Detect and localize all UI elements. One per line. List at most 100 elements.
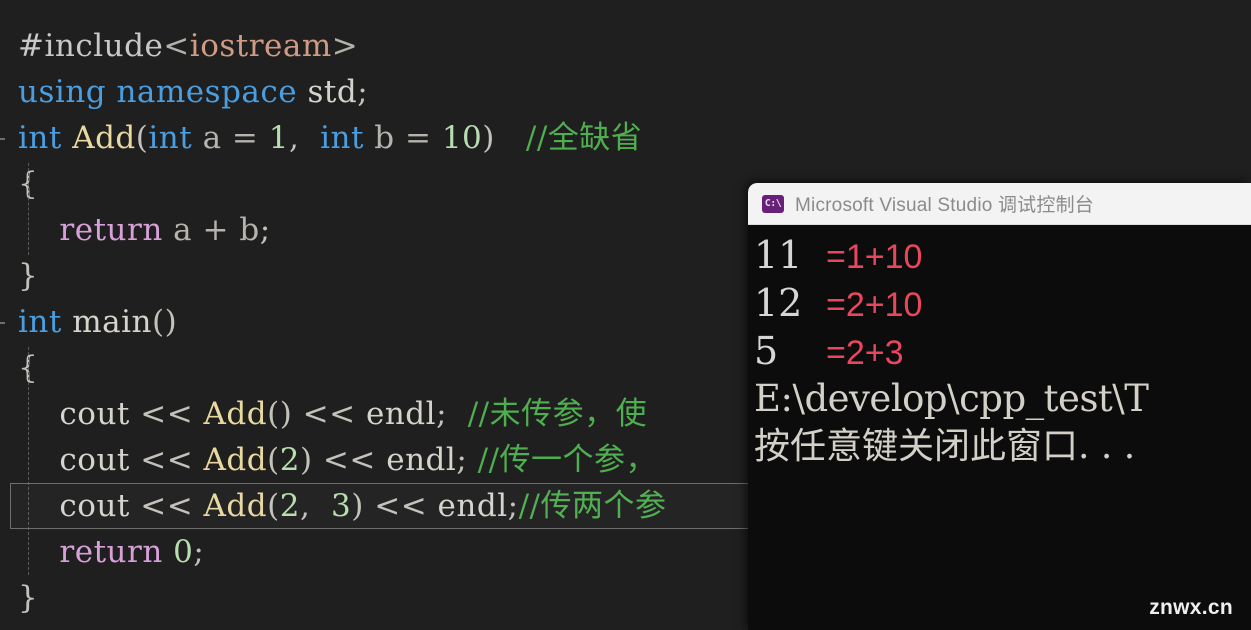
code-token: > (331, 28, 359, 64)
code-token: ( (267, 488, 280, 524)
console-output-value: 11 (754, 233, 803, 277)
code-token: ; (193, 534, 205, 570)
code-token: using (18, 74, 107, 110)
code-token: << (129, 442, 204, 478)
code-line[interactable]: using namespace std; (0, 69, 1251, 115)
code-token: 2 (279, 488, 300, 524)
console-output-line: 12 =2+10 (750, 279, 1251, 327)
code-token: cout (59, 396, 130, 432)
code-token: ; (507, 488, 519, 524)
code-token: = (221, 120, 269, 156)
code-token: 10 (441, 120, 483, 156)
code-token: ) (482, 120, 526, 156)
console-window-title: Microsoft Visual Studio 调试控制台 (795, 195, 1094, 216)
code-token: Add (203, 442, 268, 478)
code-token: #include (18, 28, 164, 64)
code-token: a (202, 120, 222, 156)
code-token: Add (203, 396, 268, 432)
code-token: 0 (173, 534, 194, 570)
code-token: return (59, 534, 163, 570)
console-annotation: =1+10 (826, 238, 923, 276)
code-token: 1 (268, 120, 289, 156)
console-output-line: 11 =1+10 (750, 231, 1251, 279)
console-annotation: =2+3 (826, 334, 904, 372)
console-prompt-line: 按任意键关闭此窗口. . . (754, 426, 1136, 467)
code-line[interactable]: #include<iostream> (0, 23, 1251, 69)
site-watermark: znwx.cn (1149, 596, 1233, 619)
indent-guide (28, 163, 29, 256)
code-token: std (307, 74, 358, 110)
code-token: 2 (279, 442, 300, 478)
code-token: << (292, 396, 366, 432)
code-token: ; (259, 212, 271, 248)
editor-edge-tick (0, 138, 5, 140)
code-token: ( (135, 120, 149, 156)
code-token: namespace (116, 74, 298, 110)
code-token: endl (437, 488, 508, 524)
console-output-lines: 11 =1+10 12 =2+10 5 =2+3 (750, 231, 1251, 375)
code-token: < (163, 28, 190, 64)
code-token: int (320, 120, 364, 156)
code-token: endl (366, 396, 437, 432)
indent-guide (28, 347, 29, 575)
code-token: return (59, 212, 163, 248)
code-token: //未传参，使 (467, 396, 648, 432)
code-token: () (267, 396, 293, 432)
code-token: int (18, 304, 62, 340)
console-output-area[interactable]: 11 =1+10 12 =2+10 5 =2+3 E:\develop\cpp_test\… (748, 225, 1251, 630)
console-icon-glyph: C:\ (764, 198, 782, 209)
console-output-value: 5 (754, 329, 779, 373)
code-token: //传两个参 (518, 488, 667, 524)
code-token: //全缺省 (525, 120, 643, 156)
code-token: endl (386, 442, 457, 478)
code-token: //传一个参， (477, 442, 658, 478)
code-token: << (129, 396, 204, 432)
code-token: ; (357, 74, 369, 110)
console-output-line: 5 =2+3 (750, 327, 1251, 375)
code-token: << (129, 488, 204, 524)
code-token: b (374, 120, 395, 156)
code-token: Add (203, 488, 268, 524)
console-annotation: =2+10 (826, 286, 923, 324)
code-token: 3 (331, 488, 352, 524)
debug-console-window[interactable]: C:\ Microsoft Visual Studio 调试控制台 11 =1+1… (748, 183, 1251, 630)
code-token: , (299, 488, 332, 524)
code-token: int (148, 120, 193, 156)
code-token: = (394, 120, 442, 156)
code-token: () (151, 304, 178, 340)
code-token: int (18, 120, 62, 156)
console-titlebar[interactable]: C:\ Microsoft Visual Studio 调试控制台 (748, 183, 1251, 225)
code-token: ) (351, 488, 364, 524)
code-token: ( (267, 442, 280, 478)
code-token: + (192, 212, 240, 248)
code-line[interactable]: int Add(int a = 1, int b = 10) //全缺省 (0, 115, 1251, 161)
console-path-line: E:\develop\cpp_test\T (754, 377, 1149, 420)
code-token: a (173, 212, 193, 248)
code-token: ; (436, 396, 468, 432)
code-token: iostream (189, 28, 332, 64)
code-token: ) (299, 442, 313, 478)
code-token: << (363, 488, 438, 524)
code-token: main (72, 304, 152, 340)
code-token: ; (456, 442, 478, 478)
code-token: << (312, 442, 387, 478)
code-token: cout (59, 442, 130, 478)
code-token: b (239, 212, 260, 248)
code-token: } (18, 258, 39, 294)
code-token: cout (59, 488, 130, 524)
console-output-value: 12 (754, 281, 803, 325)
visual-studio-console-icon: C:\ (762, 194, 784, 213)
